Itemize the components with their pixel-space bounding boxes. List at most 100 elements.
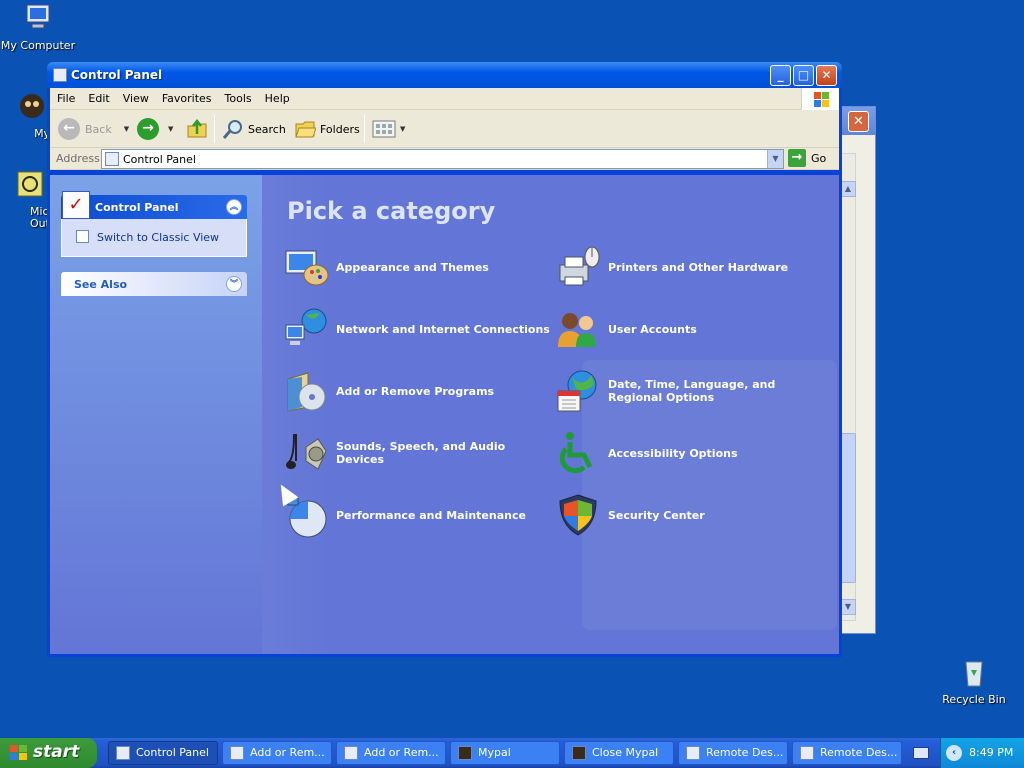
background-window-close-button[interactable]: ✕ bbox=[848, 111, 869, 132]
category-label: Performance and Maintenance bbox=[336, 508, 526, 522]
windows-logo-icon bbox=[801, 88, 839, 110]
address-value: Control Panel bbox=[123, 153, 196, 166]
category-label: Accessibility Options bbox=[608, 446, 738, 460]
menu-bar: File Edit View Favorites Tools Help bbox=[50, 88, 839, 110]
mypal-icon bbox=[20, 94, 44, 118]
control-panel-panel-body: Switch to Classic View bbox=[61, 219, 247, 257]
taskbar-button-label: Add or Rem... bbox=[250, 746, 325, 759]
address-label: Address bbox=[56, 152, 100, 165]
chevron-down-icon[interactable]: ︾ bbox=[226, 276, 242, 292]
folders-label: Folders bbox=[320, 122, 360, 136]
category-pane: Pick a category Appearance and Themes Ne… bbox=[262, 175, 839, 654]
scrollbar-thumb[interactable] bbox=[840, 433, 856, 583]
toolbar: ← Back ▼ → ▼ Search Folders ▼ bbox=[50, 110, 839, 148]
switch-to-classic-view-link[interactable]: Switch to Classic View bbox=[97, 231, 219, 244]
go-label: Go bbox=[811, 151, 827, 165]
taskbar-button-label: Control Panel bbox=[136, 746, 209, 759]
control-panel-checkmark-icon: ✓ bbox=[62, 191, 90, 219]
category-sounds[interactable]: Sounds, Speech, and Audio Devices bbox=[282, 429, 551, 477]
computer-icon bbox=[26, 4, 50, 29]
category-label: Appearance and Themes bbox=[336, 260, 489, 274]
scroll-down-arrow-icon[interactable]: ▼ bbox=[840, 599, 856, 615]
sound-icon bbox=[286, 434, 327, 470]
taskbar-button-close-mypal[interactable]: Close Mypal bbox=[564, 741, 674, 765]
printer-icon bbox=[559, 246, 600, 286]
users-icon bbox=[558, 313, 596, 347]
taskbar-button-label: Remote Des... bbox=[820, 746, 898, 759]
add-remove-icon bbox=[344, 746, 358, 760]
window-title: Control Panel bbox=[71, 68, 163, 82]
desktop-icon-label: Recycle Bin bbox=[942, 693, 1006, 706]
menu-help[interactable]: Help bbox=[258, 88, 296, 105]
views-button[interactable]: ▼ bbox=[372, 117, 405, 141]
chevron-down-icon[interactable]: ▼ bbox=[767, 150, 783, 168]
task-pane: ✓ Control Panel ︽ Switch to Classic View… bbox=[50, 175, 262, 654]
category-label: Sounds, Speech, and Audio Devices bbox=[336, 440, 506, 466]
search-button[interactable]: Search bbox=[222, 117, 286, 141]
category-label: Date, Time, Language, and Regional Optio… bbox=[608, 378, 776, 404]
category-appearance[interactable]: Appearance and Themes bbox=[282, 243, 551, 291]
category-date-time-language[interactable]: Date, Time, Language, and Regional Optio… bbox=[554, 367, 823, 415]
up-folder-button[interactable] bbox=[186, 117, 208, 141]
shield-icon bbox=[559, 494, 597, 536]
background-window[interactable]: ✕ ▲ ▼ bbox=[836, 106, 876, 634]
close-button[interactable]: ✕ bbox=[816, 65, 837, 86]
control-panel-panel-header[interactable]: ✓ Control Panel ︽ bbox=[61, 191, 247, 219]
control-panel-icon bbox=[53, 68, 67, 82]
search-icon bbox=[222, 120, 242, 139]
taskbar-button-control-panel[interactable]: Control Panel bbox=[108, 741, 218, 765]
menu-favorites[interactable]: Favorites bbox=[155, 88, 218, 105]
category-network[interactable]: Network and Internet Connections bbox=[282, 305, 551, 353]
recycle-bin-icon bbox=[965, 661, 983, 687]
up-folder-icon bbox=[187, 118, 207, 138]
menu-file[interactable]: File bbox=[50, 88, 81, 105]
folders-button[interactable]: Folders bbox=[294, 117, 360, 141]
chevron-down-icon[interactable]: ▼ bbox=[168, 125, 173, 133]
clock[interactable]: 8:49 PM bbox=[969, 746, 1013, 759]
minimize-button[interactable]: _ bbox=[770, 65, 791, 86]
keyboard-icon[interactable] bbox=[913, 747, 929, 759]
add-remove-icon bbox=[287, 372, 326, 412]
globe-calendar-icon bbox=[557, 370, 597, 412]
category-printers[interactable]: Printers and Other Hardware bbox=[554, 243, 823, 291]
menu-view[interactable]: View bbox=[116, 88, 155, 105]
taskbar-button-add-remove-2[interactable]: Add or Rem... bbox=[336, 741, 446, 765]
maximize-button[interactable]: □ bbox=[793, 65, 814, 86]
address-input[interactable]: Control Panel ▼ bbox=[101, 149, 784, 169]
start-button[interactable]: start bbox=[0, 738, 97, 768]
category-add-remove-programs[interactable]: Add or Remove Programs bbox=[282, 367, 551, 415]
chevron-down-icon[interactable]: ▼ bbox=[124, 125, 129, 133]
mypal-icon bbox=[458, 746, 472, 760]
category-label: Security Center bbox=[608, 508, 705, 522]
taskbar-button-mypal[interactable]: Mypal bbox=[450, 741, 560, 765]
taskbar-button-remote-desktop-2[interactable]: Remote Des... bbox=[792, 741, 902, 765]
menu-edit[interactable]: Edit bbox=[81, 88, 115, 105]
menu-tools[interactable]: Tools bbox=[218, 88, 258, 105]
category-performance[interactable]: Performance and Maintenance bbox=[282, 491, 551, 539]
category-user-accounts[interactable]: User Accounts bbox=[554, 305, 823, 353]
back-button[interactable]: ← Back ▼ bbox=[58, 117, 129, 141]
chevron-up-icon[interactable]: ︽ bbox=[226, 199, 242, 215]
forward-button[interactable]: → ▼ bbox=[137, 117, 173, 141]
desktop-icon-my-computer[interactable]: My Computer bbox=[0, 2, 76, 52]
taskbar-button-label: Mypal bbox=[478, 746, 511, 759]
category-security-center[interactable]: Security Center bbox=[554, 491, 823, 539]
window-titlebar[interactable]: Control Panel _ □ ✕ bbox=[47, 62, 842, 88]
see-also-panel-header[interactable]: See Also ︾ bbox=[61, 272, 247, 296]
category-accessibility[interactable]: Accessibility Options bbox=[554, 429, 823, 477]
control-panel-window: Control Panel _ □ ✕ File Edit View Favorite… bbox=[47, 62, 842, 657]
control-panel-icon bbox=[105, 152, 119, 166]
show-hidden-icons-icon[interactable]: ‹ bbox=[946, 745, 962, 761]
taskbar-button-label: Remote Des... bbox=[706, 746, 784, 759]
chevron-down-icon[interactable]: ▼ bbox=[400, 125, 405, 133]
taskbar-button-add-remove-1[interactable]: Add or Rem... bbox=[222, 741, 332, 765]
go-button[interactable]: → Go bbox=[788, 149, 826, 167]
desktop-icon-recycle-bin[interactable]: Recycle Bin bbox=[936, 656, 1012, 706]
taskbar-button-remote-desktop-1[interactable]: Remote Des... bbox=[678, 741, 788, 765]
back-label: Back bbox=[85, 122, 112, 136]
scroll-up-arrow-icon[interactable]: ▲ bbox=[840, 181, 856, 197]
mypal-icon bbox=[572, 746, 586, 760]
network-icon bbox=[285, 308, 327, 345]
system-tray: ‹ 8:49 PM bbox=[940, 738, 1024, 768]
desktop-icon-label: My Computer bbox=[0, 39, 76, 52]
